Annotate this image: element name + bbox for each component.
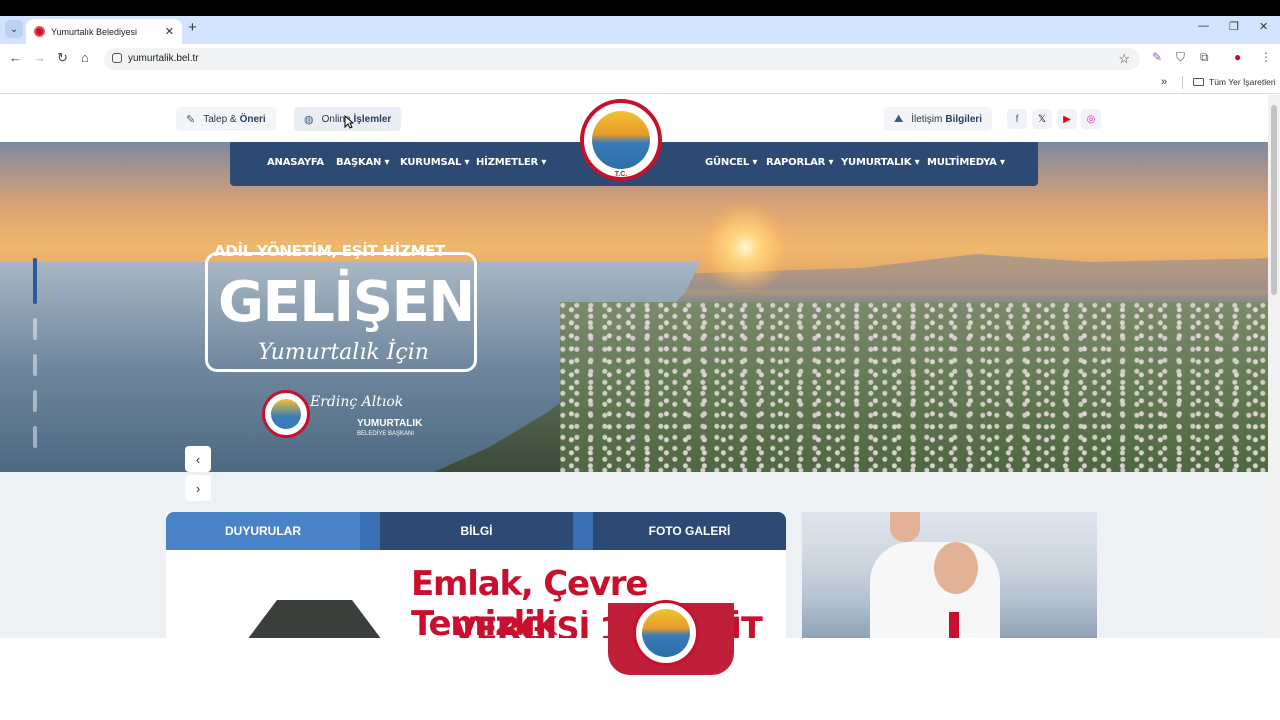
municipality-logo[interactable]: T.C. [580,99,662,181]
bookmark-star-icon[interactable]: ☆ [1118,51,1130,67]
tab-separator [360,512,380,550]
edit-icon: ✎ [186,113,196,126]
slider-dot[interactable] [33,318,37,340]
reload-icon[interactable]: ↻ [57,50,68,66]
site-info-icon[interactable] [112,53,122,63]
tab-favicon-icon [34,26,45,37]
sticky-logo-emblem[interactable] [633,600,699,666]
folder-icon [1193,78,1204,86]
back-icon[interactable]: ← [9,50,22,65]
tab-bilgi[interactable]: BİLGİ [380,512,573,550]
signature-town: YUMURTALIK [357,418,423,429]
contact-info-button[interactable]: ⛰ İletişim Bilgileri [884,107,993,131]
mayor-signature: Erdinç Altıok [310,394,404,410]
hero-slider: ANASAYFA BAŞKAN ▾ KURUMSAL ▾ HİZMETLER ▾… [0,142,1268,472]
home-icon[interactable]: ⌂ [81,50,89,65]
browser-toolbar: ← → ↻ ⌂ yumurtalik.bel.tr ☆ ✎ ⛉ ⧉ ● ⋮ [0,44,1280,72]
request-bold-label: Öneri [239,113,266,125]
address-bar[interactable]: yumurtalik.bel.tr ☆ [104,48,1140,70]
hero-sun [700,202,790,292]
browser-tab[interactable]: Yumurtalık Belediyesi ✕ [26,19,182,44]
scrollbar-thumb[interactable] [1271,105,1277,295]
nav-hizmetler[interactable]: HİZMETLER ▾ [476,157,546,168]
shield-extension-icon[interactable]: ⛉ [1176,50,1185,65]
contact-bold-label: Bilgileri [945,113,983,125]
tab-close-icon[interactable]: ✕ [165,25,174,38]
map-icon: ⛰ [894,112,904,125]
forward-icon[interactable]: → [33,50,46,65]
screen-top-bar [0,0,1280,16]
nav-anasayfa[interactable]: ANASAYFA [267,157,324,168]
mayor-head [934,542,978,594]
municipality-seal-small [262,390,310,438]
slogan-subtitle: ADİL YÖNETİM, EŞİT HİZMET [214,242,445,260]
bookmarks-bar: » Tüm Yer İşaretleri [0,72,1280,94]
globe-icon: ◍ [304,113,314,126]
contact-label: İletişim [911,113,943,125]
logo-tc-text: T.C. [614,171,628,178]
slider-next-button[interactable]: › [185,475,211,501]
mayor-photo[interactable] [802,512,1097,638]
nav-multimedya[interactable]: MULTİMEDYA ▾ [927,157,1005,168]
tab-separator [573,512,593,550]
nav-baskan[interactable]: BAŞKAN ▾ [336,157,390,168]
request-suggestion-button[interactable]: ✎ Talep & Öneri [176,107,276,131]
pen-extension-icon[interactable]: ✎ [1152,50,1162,64]
slider-dot[interactable] [33,426,37,448]
logo-emblem [592,111,650,169]
mayor-hand [890,512,920,542]
close-window-icon[interactable]: ✕ [1259,20,1268,33]
bookmarks-overflow-icon[interactable]: » [1161,76,1167,88]
nav-guncel[interactable]: GÜNCEL ▾ [705,157,757,168]
hero-town [560,302,1268,472]
nav-kurumsal[interactable]: KURUMSAL ▾ [400,157,469,168]
house-image [247,600,382,638]
restore-icon[interactable]: ❐ [1229,20,1239,33]
tab-title: Yumurtalık Belediyesi [51,26,138,37]
slider-dot[interactable] [33,390,37,412]
tab-list-button[interactable]: ⌄ [5,20,23,38]
slider-dot-active[interactable] [33,258,37,304]
browser-menu-icon[interactable]: ⋮ [1260,50,1272,64]
slogan-title: GELİŞEN [218,270,475,335]
facebook-icon[interactable]: f [1007,109,1027,129]
slider-prev-button[interactable]: ‹ [185,446,211,472]
signature-role: BELEDİYE BAŞKANI [357,431,415,437]
browser-tabstrip: ⌄ Yumurtalık Belediyesi ✕ + — ❐ ✕ [0,16,1280,44]
mouse-cursor-icon [344,115,354,129]
bookmarks-separator [1182,76,1183,89]
x-icon[interactable]: 𝕏 [1032,109,1052,129]
online-bold-label: İşlemler [353,113,392,125]
page-scrollbar[interactable] [1268,95,1280,638]
url-text[interactable]: yumurtalik.bel.tr [128,53,199,64]
slider-dot[interactable] [33,354,37,376]
nav-yumurtalik[interactable]: YUMURTALIK ▾ [841,157,920,168]
nav-raporlar[interactable]: RAPORLAR ▾ [766,157,833,168]
web-page: ✎ Talep & Öneri ◍ Online İşlemler ⛰ İlet… [0,95,1268,638]
instagram-icon[interactable]: ◎ [1081,109,1101,129]
request-label: Talep & [203,113,237,125]
minimize-icon[interactable]: — [1198,20,1209,32]
slogan-script: Yumurtalık İçin [258,340,429,365]
new-tab-button[interactable]: + [188,19,197,36]
profile-avatar-icon[interactable]: ● [1234,50,1241,64]
all-bookmarks-link[interactable]: Tüm Yer İşaretleri [1209,77,1276,87]
extensions-puzzle-icon[interactable]: ⧉ [1200,50,1209,65]
youtube-icon[interactable]: ▶ [1057,109,1077,129]
tab-duyurular[interactable]: DUYURULAR [166,512,360,550]
mayor-tie [949,612,959,638]
tab-foto-galeri[interactable]: FOTO GALERİ [593,512,786,550]
